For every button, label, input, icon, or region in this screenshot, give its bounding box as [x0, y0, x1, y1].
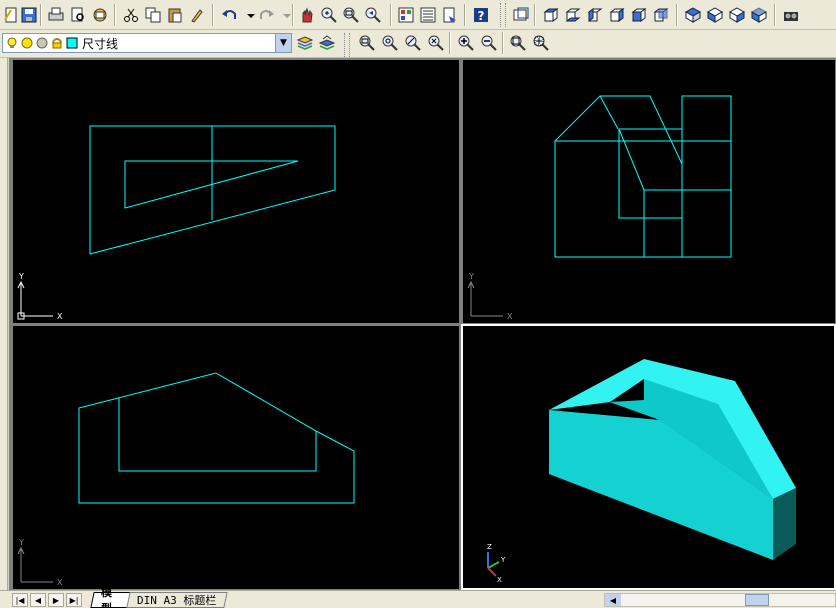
ucs-icon	[17, 280, 53, 320]
last-tab-icon[interactable]: ▶|	[66, 593, 82, 607]
copy-icon[interactable]	[142, 4, 164, 26]
svg-text:?: ?	[478, 9, 485, 23]
save-icon[interactable]	[18, 4, 40, 26]
zoom-center-icon[interactable]	[425, 32, 447, 54]
tool-palettes-icon[interactable]	[439, 4, 461, 26]
zoom-out-icon[interactable]	[478, 32, 500, 54]
chevron-down-icon[interactable]: ▼	[275, 34, 291, 52]
layer-previous-icon[interactable]	[316, 32, 338, 54]
autocad-window: ? 尺寸线 ▼ Y X Y X Y X Z Y X |◀ ◀ ▶ ▶| 模型 D…	[0, 0, 836, 608]
tab-model[interactable]: 模型	[90, 586, 132, 608]
left-tool-strip	[0, 58, 8, 590]
side-view-drawing	[554, 95, 732, 258]
bulb-icon[interactable]	[6, 37, 18, 49]
front-view-icon[interactable]	[628, 4, 650, 26]
isometric-solid	[549, 359, 796, 560]
top-view-drawing	[89, 125, 336, 255]
ucs-x-label: X	[57, 312, 63, 321]
zoom-extents-icon[interactable]	[530, 32, 552, 54]
drawing-area[interactable]: Y X Y X Y X Z Y X	[9, 58, 836, 590]
layer-properties-icon[interactable]	[294, 32, 316, 54]
pan-icon[interactable]	[296, 4, 318, 26]
standard-toolbar: ?	[0, 0, 836, 30]
viewport-bottom-right-active[interactable]: Z Y X	[461, 324, 836, 590]
ucs-z-label: Z	[487, 543, 492, 551]
ucs-y-label: Y	[500, 556, 506, 564]
prev-tab-icon[interactable]: ◀	[30, 593, 46, 607]
zoom-window-icon[interactable]	[356, 32, 378, 54]
layer-dropdown[interactable]: 尺寸线 ▼	[2, 33, 292, 53]
scrollbar-thumb[interactable]	[745, 594, 769, 606]
ne-iso-icon[interactable]	[726, 4, 748, 26]
right-view-icon[interactable]	[606, 4, 628, 26]
first-tab-icon[interactable]: |◀	[12, 593, 28, 607]
paste-icon[interactable]	[164, 4, 186, 26]
ucs-y-label: Y	[18, 538, 24, 547]
ucs-x-label: X	[57, 578, 63, 587]
redo-icon[interactable]	[256, 4, 278, 26]
sw-iso-icon[interactable]	[682, 4, 704, 26]
ucs-x-label: X	[507, 312, 513, 321]
zoom-dynamic-icon[interactable]	[379, 32, 401, 54]
front-view-drawing	[78, 372, 355, 504]
freeze-icon[interactable]	[51, 37, 63, 49]
tab-model-label: 模型	[101, 586, 112, 608]
camera-icon[interactable]	[780, 4, 802, 26]
tab-layout-label: DIN A3 标题栏	[137, 594, 217, 607]
layers-toolbar: 尺寸线 ▼	[0, 30, 836, 58]
layout-tab-bar: |◀ ◀ ▶ ▶| 模型 DIN A3 标题栏 ◀	[0, 586, 836, 608]
color-swatch-icon	[66, 37, 78, 49]
top-view-icon[interactable]	[540, 4, 562, 26]
horizontal-scrollbar[interactable]: ◀	[604, 593, 836, 607]
se-iso-icon[interactable]	[704, 4, 726, 26]
layer-name: 尺寸线	[82, 36, 119, 51]
viewport-top-right[interactable]: Y X	[462, 59, 836, 324]
zoom-scale-icon[interactable]	[402, 32, 424, 54]
print-icon[interactable]	[45, 4, 67, 26]
viewport-top-left[interactable]: Y X	[12, 59, 460, 324]
scroll-left-icon[interactable]: ◀	[605, 594, 621, 606]
tab-layout-din-a3[interactable]: DIN A3 标题栏	[126, 592, 228, 608]
match-properties-icon[interactable]	[186, 4, 208, 26]
sun-icon[interactable]	[21, 37, 33, 49]
ucs-y-label: Y	[468, 272, 474, 281]
zoom-realtime-icon[interactable]	[318, 4, 340, 26]
back-view-icon[interactable]	[650, 4, 672, 26]
named-views-icon[interactable]	[510, 4, 532, 26]
design-center-icon[interactable]	[417, 4, 439, 26]
undo-icon[interactable]	[218, 4, 240, 26]
zoom-window-icon[interactable]	[340, 4, 362, 26]
zoom-all-icon[interactable]	[507, 32, 529, 54]
lock-icon[interactable]	[36, 37, 48, 49]
redo-dropdown-icon[interactable]	[276, 4, 298, 26]
help-icon[interactable]: ?	[470, 4, 492, 26]
bottom-view-icon[interactable]	[562, 4, 584, 26]
print-preview-icon[interactable]	[67, 4, 89, 26]
next-tab-icon[interactable]: ▶	[48, 593, 64, 607]
ucs-icon	[17, 546, 53, 583]
publish-icon[interactable]	[89, 4, 111, 26]
left-view-icon[interactable]	[584, 4, 606, 26]
nw-iso-icon[interactable]	[748, 4, 770, 26]
ucs-y-label: Y	[18, 272, 24, 281]
cut-icon[interactable]	[120, 4, 142, 26]
ucs-icon	[467, 280, 503, 317]
zoom-in-icon[interactable]	[455, 32, 477, 54]
ucs-3d-icon	[487, 552, 500, 577]
zoom-previous-icon[interactable]	[362, 4, 384, 26]
properties-icon[interactable]	[395, 4, 417, 26]
ucs-x-label: X	[497, 576, 502, 584]
viewport-bottom-left[interactable]: Y X	[12, 325, 460, 590]
